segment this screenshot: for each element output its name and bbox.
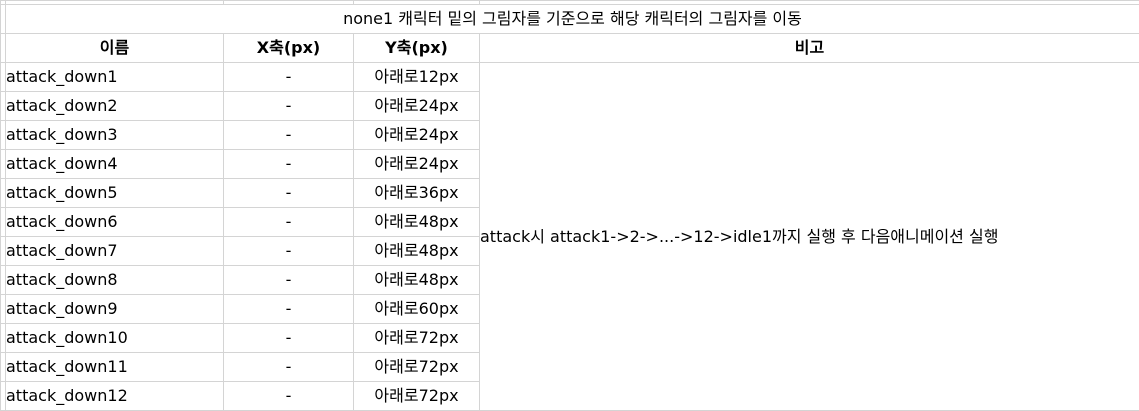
name-cell[interactable]: attack_down5 bbox=[6, 179, 224, 208]
note-cell[interactable]: attack시 attack1->2->...->12->idle1까지 실행 … bbox=[480, 63, 1139, 411]
y-cell[interactable]: 아래로36px bbox=[354, 179, 480, 208]
x-cell[interactable]: - bbox=[224, 63, 354, 92]
name-cell[interactable]: attack_down11 bbox=[6, 353, 224, 382]
y-cell[interactable]: 아래로60px bbox=[354, 295, 480, 324]
name-cell[interactable]: attack_down4 bbox=[6, 150, 224, 179]
y-cell[interactable]: 아래로72px bbox=[354, 353, 480, 382]
data-table: none1 캐릭터 밑의 그림자를 기준으로 해당 캐릭터의 그림자를 이동 이… bbox=[0, 0, 1139, 411]
name-cell[interactable]: attack_down2 bbox=[6, 92, 224, 121]
x-cell[interactable]: - bbox=[224, 179, 354, 208]
header-y[interactable]: Y축(px) bbox=[354, 34, 480, 63]
y-cell[interactable]: 아래로48px bbox=[354, 237, 480, 266]
x-cell[interactable]: - bbox=[224, 295, 354, 324]
y-cell[interactable]: 아래로24px bbox=[354, 121, 480, 150]
x-cell[interactable]: - bbox=[224, 382, 354, 411]
header-x[interactable]: X축(px) bbox=[224, 34, 354, 63]
name-cell[interactable]: attack_down8 bbox=[6, 266, 224, 295]
title-row: none1 캐릭터 밑의 그림자를 기준으로 해당 캐릭터의 그림자를 이동 bbox=[1, 5, 1139, 34]
y-cell[interactable]: 아래로24px bbox=[354, 150, 480, 179]
x-cell[interactable]: - bbox=[224, 150, 354, 179]
name-cell[interactable]: attack_down1 bbox=[6, 63, 224, 92]
x-cell[interactable]: - bbox=[224, 208, 354, 237]
table-row: attack_down1-아래로12pxattack시 attack1->2->… bbox=[1, 63, 1139, 92]
y-cell[interactable]: 아래로48px bbox=[354, 208, 480, 237]
y-cell[interactable]: 아래로48px bbox=[354, 266, 480, 295]
header-note[interactable]: 비고 bbox=[480, 34, 1139, 63]
x-cell[interactable]: - bbox=[224, 237, 354, 266]
x-cell[interactable]: - bbox=[224, 266, 354, 295]
y-cell[interactable]: 아래로72px bbox=[354, 324, 480, 353]
y-cell[interactable]: 아래로72px bbox=[354, 382, 480, 411]
x-cell[interactable]: - bbox=[224, 92, 354, 121]
x-cell[interactable]: - bbox=[224, 324, 354, 353]
header-row: 이름 X축(px) Y축(px) 비고 bbox=[1, 34, 1139, 63]
title-cell[interactable]: none1 캐릭터 밑의 그림자를 기준으로 해당 캐릭터의 그림자를 이동 bbox=[6, 5, 1139, 34]
name-cell[interactable]: attack_down3 bbox=[6, 121, 224, 150]
name-cell[interactable]: attack_down9 bbox=[6, 295, 224, 324]
header-name[interactable]: 이름 bbox=[6, 34, 224, 63]
name-cell[interactable]: attack_down10 bbox=[6, 324, 224, 353]
spreadsheet: none1 캐릭터 밑의 그림자를 기준으로 해당 캐릭터의 그림자를 이동 이… bbox=[0, 0, 1139, 410]
name-cell[interactable]: attack_down12 bbox=[6, 382, 224, 411]
y-cell[interactable]: 아래로12px bbox=[354, 63, 480, 92]
x-cell[interactable]: - bbox=[224, 121, 354, 150]
y-cell[interactable]: 아래로24px bbox=[354, 92, 480, 121]
x-cell[interactable]: - bbox=[224, 353, 354, 382]
name-cell[interactable]: attack_down6 bbox=[6, 208, 224, 237]
name-cell[interactable]: attack_down7 bbox=[6, 237, 224, 266]
